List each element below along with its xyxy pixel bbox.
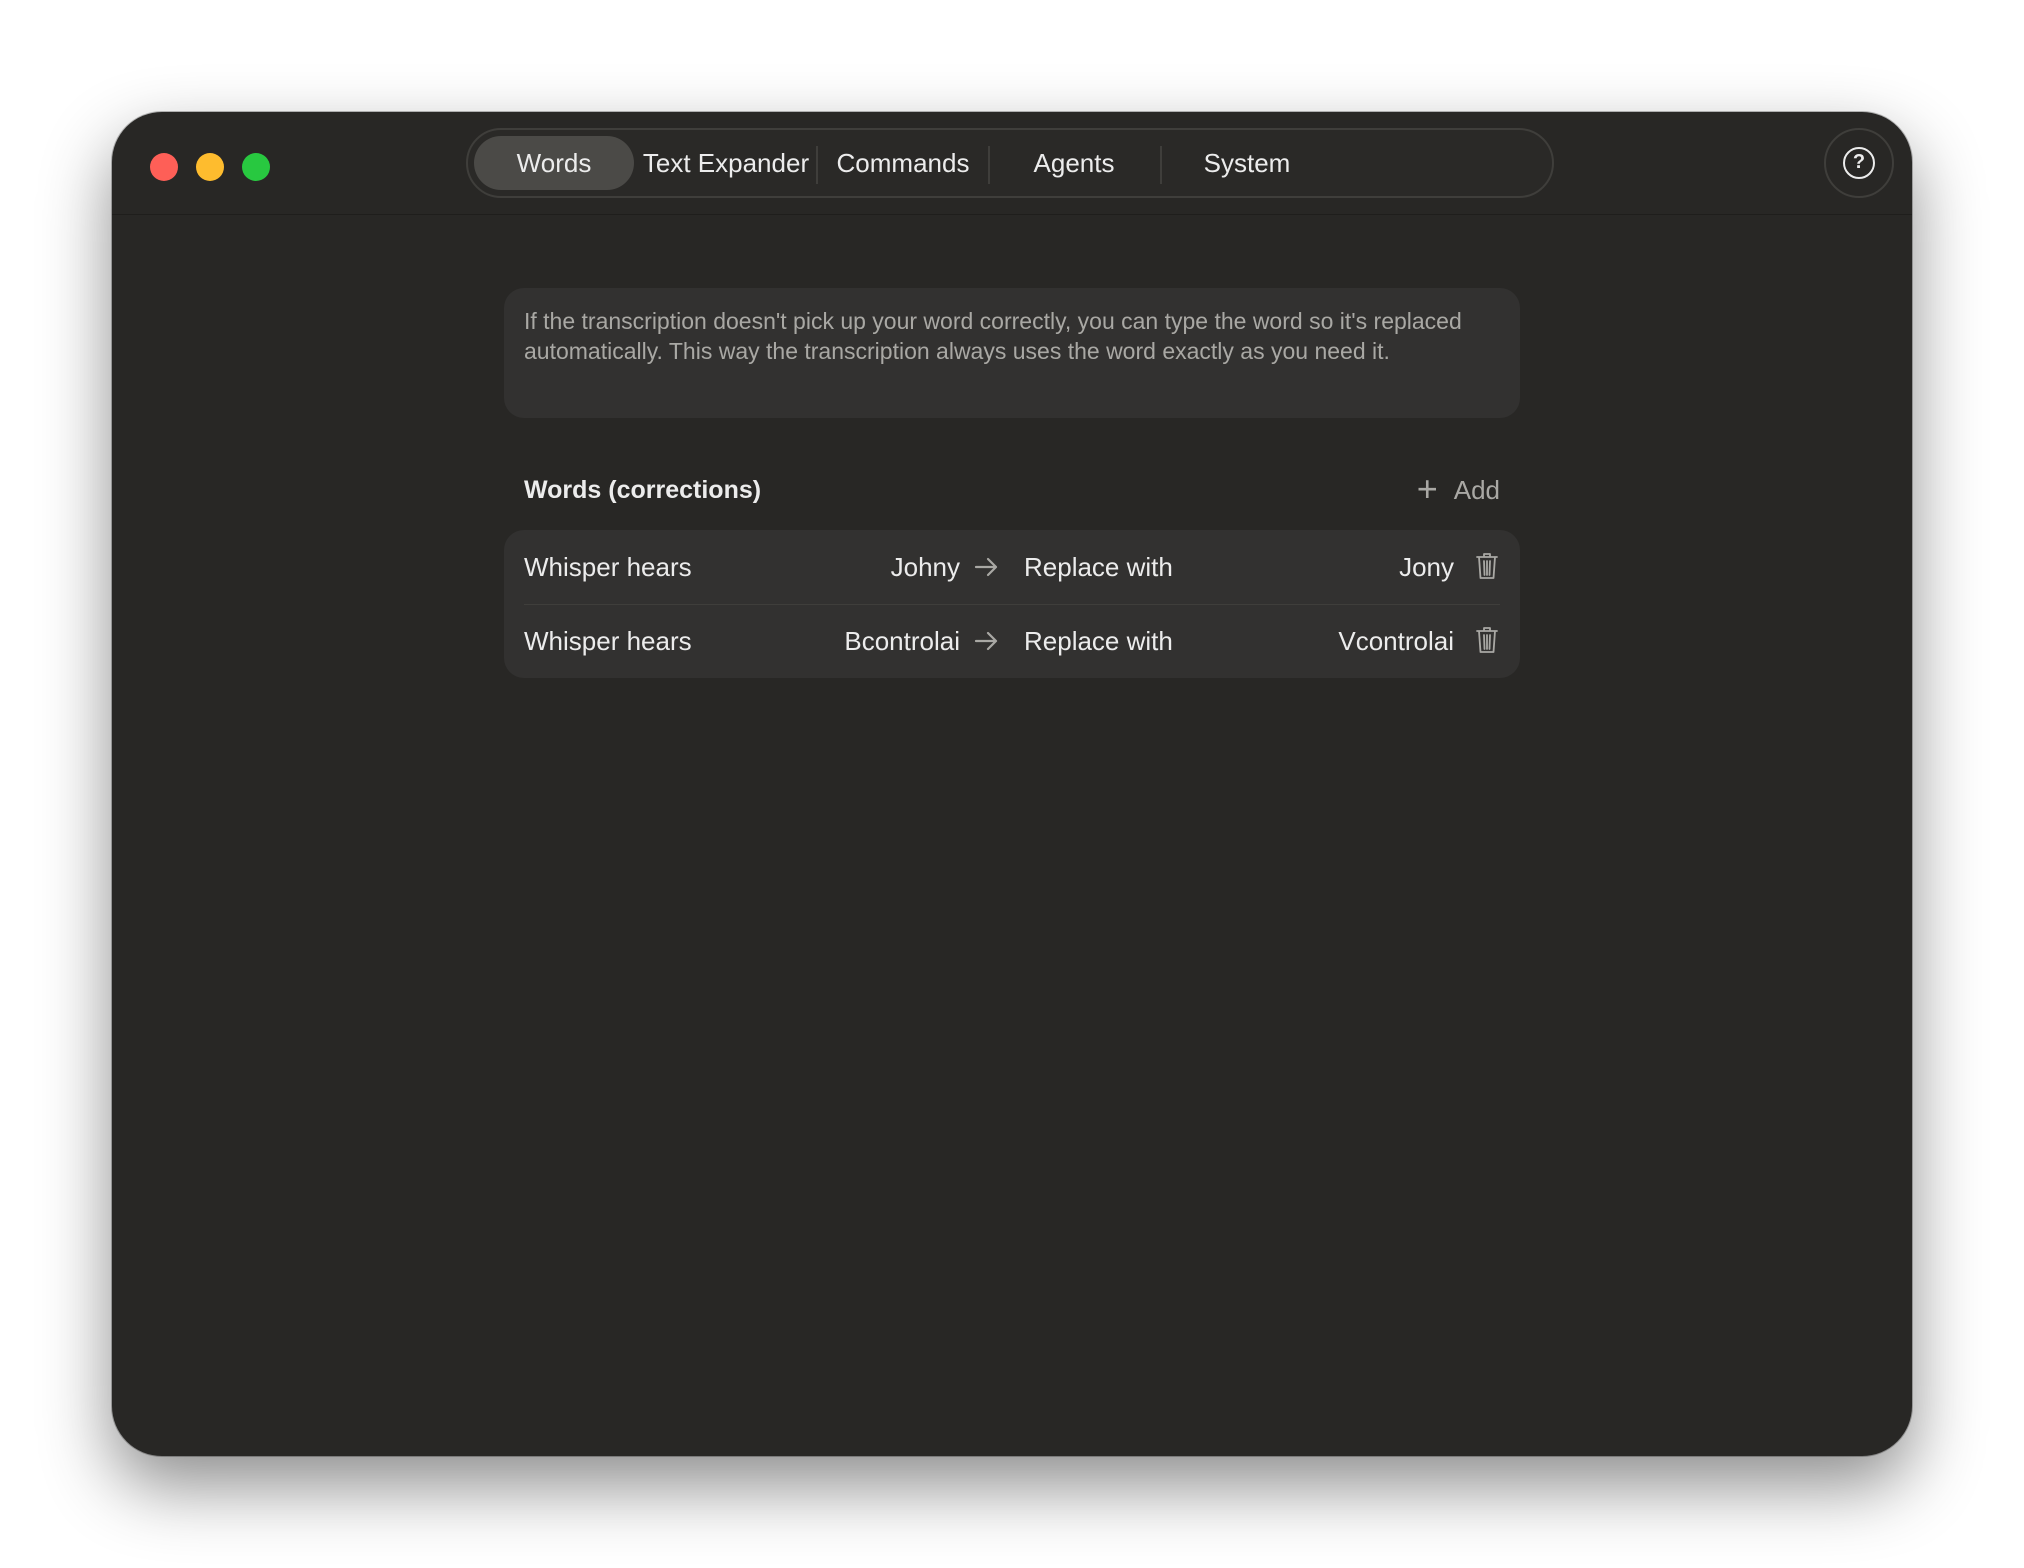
minimize-window-button[interactable] [196, 153, 224, 181]
replace-with-label: Replace with [1024, 552, 1173, 582]
tab-system[interactable]: System [1164, 136, 1330, 190]
tab-divider [816, 146, 818, 184]
tab-text-expander[interactable]: Text Expander [638, 136, 814, 190]
heard-word[interactable]: Bcontrolai [844, 604, 960, 678]
replacement-word[interactable]: Jony [1399, 530, 1454, 604]
heard-word[interactable]: Johny [891, 530, 960, 604]
trash-icon[interactable] [1476, 552, 1498, 580]
list-item: Whisper hears Johny Replace with Jony [504, 530, 1520, 604]
plus-icon: + [1416, 468, 1438, 509]
replace-with-label: Replace with [1024, 626, 1173, 656]
app-window: Words Text Expander Commands Agents Syst… [112, 112, 1912, 1456]
list-item: Whisper hears Bcontrolai Replace with Vc… [504, 604, 1520, 678]
corrections-list: Whisper hears Johny Replace with Jony Wh… [504, 530, 1520, 678]
question-circle-icon: ? [1843, 147, 1875, 179]
section-title: Words (corrections) [524, 476, 762, 504]
tab-divider [1160, 146, 1162, 184]
trash-icon[interactable] [1476, 626, 1498, 654]
arrow-right-icon [974, 530, 1000, 604]
whisper-hears-label: Whisper hears [524, 552, 692, 582]
titlebar: Words Text Expander Commands Agents Syst… [112, 112, 1912, 215]
replacement-word[interactable]: Vcontrolai [1338, 604, 1454, 678]
arrow-right-icon [974, 604, 1000, 678]
add-button[interactable]: + Add [1416, 468, 1500, 509]
whisper-hears-label: Whisper hears [524, 626, 692, 656]
maximize-window-button[interactable] [242, 153, 270, 181]
info-description: If the transcription doesn't pick up you… [504, 288, 1520, 418]
help-button[interactable]: ? [1824, 128, 1894, 198]
close-window-button[interactable] [150, 153, 178, 181]
tab-bar: Words Text Expander Commands Agents Syst… [466, 128, 1554, 198]
tab-commands[interactable]: Commands [820, 136, 986, 190]
tab-agents[interactable]: Agents [990, 136, 1158, 190]
tab-words[interactable]: Words [474, 136, 634, 190]
add-button-label: Add [1453, 475, 1500, 505]
